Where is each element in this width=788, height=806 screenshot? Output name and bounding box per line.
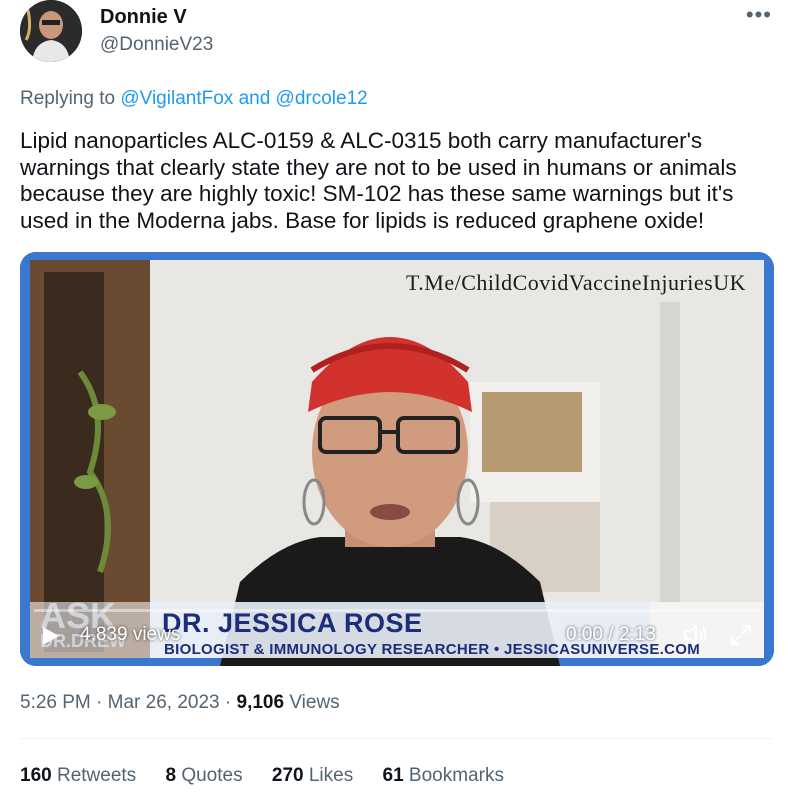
quotes-label: Quotes — [181, 765, 243, 786]
reply-user-vigilantfox[interactable]: @VigilantFox — [120, 88, 233, 109]
retweets-stat[interactable]: 160 Retweets — [20, 765, 136, 787]
replying-prefix: Replying to — [20, 88, 116, 109]
tweet-date[interactable]: Mar 26, 2023 — [108, 692, 220, 713]
author-handle[interactable]: @DonnieV23 — [100, 34, 213, 56]
more-horizontal-icon[interactable]: ••• — [746, 2, 772, 28]
retweets-count: 160 — [20, 765, 52, 786]
author-name[interactable]: Donnie V — [100, 6, 187, 29]
video-progress-bar[interactable] — [34, 609, 760, 612]
video-player[interactable]: T.Me/ChildCovidVaccineInjuriesUK ASK DR.… — [20, 252, 774, 666]
engagement-stats: 160 Retweets 8 Quotes 270 Likes 61 Bookm… — [20, 765, 528, 787]
bookmarks-count: 61 — [382, 765, 404, 786]
replying-to: Replying to @VigilantFox and @drcole12 — [20, 88, 368, 110]
quotes-stat[interactable]: 8 Quotes — [165, 765, 242, 787]
quotes-count: 8 — [165, 765, 177, 786]
video-time: 0:00 / 2:13 — [566, 624, 656, 645]
video-watermark: T.Me/ChildCovidVaccineInjuriesUK — [405, 270, 746, 295]
bookmarks-label: Bookmarks — [408, 765, 504, 786]
views-count: 9,106 — [236, 692, 285, 713]
lower-third-name: DR. JESSICA ROSE — [162, 608, 423, 638]
divider — [20, 738, 772, 739]
reply-joiner: and — [238, 88, 271, 109]
volume-icon[interactable] — [682, 622, 710, 648]
tweet-header: Donnie V @DonnieV23 ••• — [20, 0, 780, 70]
likes-label: Likes — [308, 765, 354, 786]
play-icon[interactable] — [38, 624, 62, 648]
meta-separator: · — [90, 692, 108, 713]
tweet-text: Lipid nanoparticles ALC-0159 & ALC-0315 … — [20, 128, 737, 233]
avatar[interactable] — [20, 0, 82, 62]
bookmarks-stat[interactable]: 61 Bookmarks — [383, 765, 504, 787]
meta-separator: · — [219, 692, 237, 713]
video-views: 4,839 views — [80, 624, 181, 645]
retweets-label: Retweets — [56, 765, 137, 786]
video-frame — [20, 252, 774, 666]
views-label: Views — [289, 692, 340, 713]
likes-stat[interactable]: 270 Likes — [272, 765, 353, 787]
reply-user-drcole12[interactable]: @drcole12 — [276, 88, 368, 109]
fullscreen-icon[interactable] — [728, 622, 754, 648]
tweet-time[interactable]: 5:26 PM — [20, 692, 91, 713]
likes-count: 270 — [271, 765, 304, 786]
tweet-meta: 5:26 PM · Mar 26, 2023 · 9,106 Views — [20, 692, 340, 714]
